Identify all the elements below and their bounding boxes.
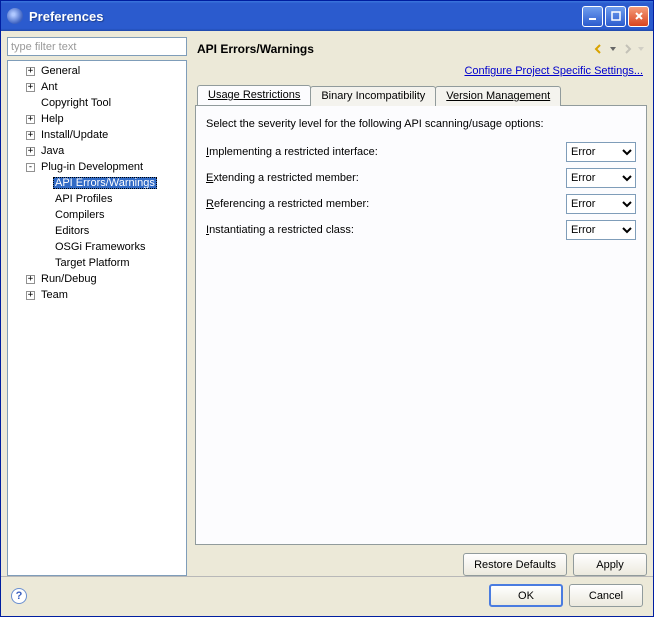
tree-item-target-platform[interactable]: Target Platform [8,255,186,271]
option-row: Extending a restricted member:ErrorWarni… [206,168,636,188]
right-pane: API Errors/Warnings Configure Project Sp… [195,37,647,576]
tree-spacer [40,195,49,204]
page-title: API Errors/Warnings [197,42,589,56]
footer: ? OK Cancel [1,576,653,614]
option-label: Referencing a restricted member: [206,198,566,210]
option-label: Extending a restricted member: [206,172,566,184]
left-pane: + General + Ant Copyright Tool + Help + Install/… [7,37,187,576]
tree-item-label: Install/Update [39,129,110,141]
maximize-button[interactable] [605,6,626,27]
tree-item-label: Copyright Tool [39,97,113,109]
page-header: API Errors/Warnings [195,37,647,63]
expand-icon[interactable]: + [26,67,35,76]
expand-icon[interactable]: + [26,291,35,300]
expand-icon[interactable]: + [26,275,35,284]
collapse-icon[interactable]: - [26,163,35,172]
intro-text: Select the severity level for the follow… [206,118,636,130]
tree-item-label: General [39,65,82,77]
minimize-button[interactable] [582,6,603,27]
tab-binary-incompatibility[interactable]: Binary Incompatibility [310,86,436,106]
tree-item-general[interactable]: + General [8,63,186,79]
severity-select[interactable]: ErrorWarningIgnore [566,142,636,162]
titlebar[interactable]: Preferences [1,1,653,31]
tree-item-install-update[interactable]: + Install/Update [8,127,186,143]
tree-item-java[interactable]: + Java [8,143,186,159]
tree-item-label: Ant [39,81,60,93]
tree-item-label: Java [39,145,66,157]
window-buttons [582,6,649,27]
close-button[interactable] [628,6,649,27]
tree-spacer [40,179,49,188]
ok-button[interactable]: OK [489,584,563,607]
option-row: Referencing a restricted member:ErrorWar… [206,194,636,214]
expand-icon[interactable]: + [26,147,35,156]
back-arrow-icon[interactable] [591,41,607,57]
tree-item-run-debug[interactable]: + Run/Debug [8,271,186,287]
page-buttons: Restore Defaults Apply [195,545,647,576]
tree-item-label: Plug-in Development [39,161,145,173]
tree-item-api-profiles[interactable]: API Profiles [8,191,186,207]
tree-spacer [40,259,49,268]
severity-select[interactable]: ErrorWarningIgnore [566,168,636,188]
tree-item-label: API Profiles [53,193,114,205]
cancel-button[interactable]: Cancel [569,584,643,607]
restore-defaults-button[interactable]: Restore Defaults [463,553,567,576]
tree-item-team[interactable]: + Team [8,287,186,303]
tree-item-ant[interactable]: + Ant [8,79,186,95]
option-label: Implementing a restricted interface: [206,146,566,158]
back-dropdown-icon[interactable] [609,41,617,57]
app-icon [7,8,23,24]
tree-item-label: Compilers [53,209,107,221]
help-icon[interactable]: ? [11,588,27,604]
tree-item-label: OSGi Frameworks [53,241,147,253]
tree-item-plug-in-development[interactable]: -Plug-in Development [8,159,186,175]
tree-item-api-errors-warnings[interactable]: API Errors/Warnings [8,175,186,191]
window-title: Preferences [29,9,582,24]
expand-icon[interactable]: + [26,83,35,92]
tree-item-label: Help [39,113,66,125]
tree-item-osgi-frameworks[interactable]: OSGi Frameworks [8,239,186,255]
preferences-tree[interactable]: + General + Ant Copyright Tool + Help + Install/… [7,60,187,576]
forward-arrow-icon [619,41,635,57]
tree-spacer [40,211,49,220]
filter-input[interactable] [7,37,187,56]
content-area: + General + Ant Copyright Tool + Help + Install/… [1,31,653,576]
options-list: Implementing a restricted interface:Erro… [206,142,636,246]
tree-spacer [26,99,35,108]
apply-button[interactable]: Apply [573,553,647,576]
tree-item-label: Run/Debug [39,273,99,285]
tree-item-label: Editors [53,225,91,237]
tree-item-help[interactable]: + Help [8,111,186,127]
tree-item-copyright-tool[interactable]: Copyright Tool [8,95,186,111]
severity-select[interactable]: ErrorWarningIgnore [566,194,636,214]
tree-item-label: API Errors/Warnings [53,177,157,189]
tab-usage-restrictions[interactable]: Usage Restrictions [197,85,311,105]
forward-dropdown-icon [637,41,645,57]
option-row: Instantiating a restricted class:ErrorWa… [206,220,636,240]
tree-item-label: Target Platform [53,257,132,269]
tree-spacer [40,243,49,252]
option-row: Implementing a restricted interface:Erro… [206,142,636,162]
tab-version-management[interactable]: Version Management [435,86,561,106]
expand-icon[interactable]: + [26,115,35,124]
tree-item-editors[interactable]: Editors [8,223,186,239]
tree-item-compilers[interactable]: Compilers [8,207,186,223]
severity-select[interactable]: ErrorWarningIgnore [566,220,636,240]
expand-icon[interactable]: + [26,131,35,140]
tree-spacer [40,227,49,236]
option-label: Instantiating a restricted class: [206,224,566,236]
tree-item-label: Team [39,289,70,301]
tab-bar: Usage Restrictions Binary Incompatibilit… [197,85,647,105]
tab-panel: Select the severity level for the follow… [195,105,647,545]
configure-project-link[interactable]: Configure Project Specific Settings... [195,63,647,85]
